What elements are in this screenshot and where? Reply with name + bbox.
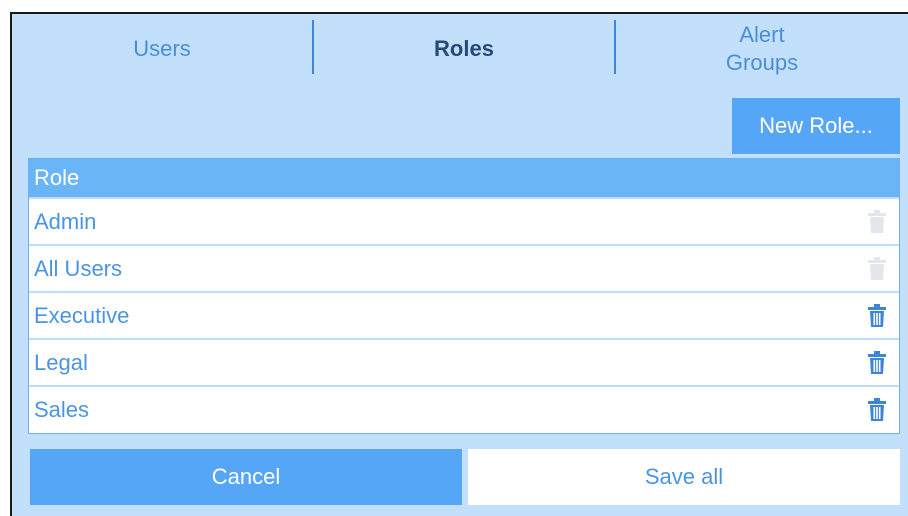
tab-alert-groups-label-line1: Alert	[739, 22, 785, 47]
trash-icon[interactable]	[867, 351, 887, 375]
table-row[interactable]: Executive	[29, 291, 899, 338]
column-header-role: Role	[29, 159, 899, 197]
role-name: All Users	[34, 255, 123, 281]
tab-alert-groups[interactable]: Alert Groups	[616, 14, 908, 84]
role-name: Executive	[34, 302, 130, 328]
tab-roles-label: Roles	[434, 36, 494, 61]
tab-bar: Users Roles Alert Groups	[12, 14, 908, 84]
trash-icon[interactable]	[867, 398, 887, 422]
table-row[interactable]: Sales	[29, 385, 899, 432]
trash-icon	[867, 257, 887, 281]
tab-users[interactable]: Users	[12, 14, 312, 84]
tab-users-label: Users	[133, 36, 191, 61]
roles-dialog: Users Roles Alert Groups New Role... Rol…	[10, 12, 908, 516]
roles-table: Role Admin All Users Executive Legal Sal…	[28, 158, 900, 434]
trash-icon[interactable]	[867, 304, 887, 328]
table-row[interactable]: Legal	[29, 338, 899, 385]
tab-alert-groups-label-line2: Groups	[725, 50, 799, 75]
cancel-button[interactable]: Cancel	[30, 449, 462, 505]
role-name: Sales	[34, 396, 90, 422]
trash-icon	[867, 210, 887, 234]
role-name: Admin	[34, 208, 97, 234]
save-all-button[interactable]: Save all	[468, 449, 900, 505]
new-role-button[interactable]: New Role...	[732, 98, 900, 154]
table-row[interactable]: All Users	[29, 244, 899, 291]
tab-roles[interactable]: Roles	[314, 14, 614, 84]
table-row[interactable]: Admin	[29, 197, 899, 244]
role-name: Legal	[34, 349, 88, 375]
